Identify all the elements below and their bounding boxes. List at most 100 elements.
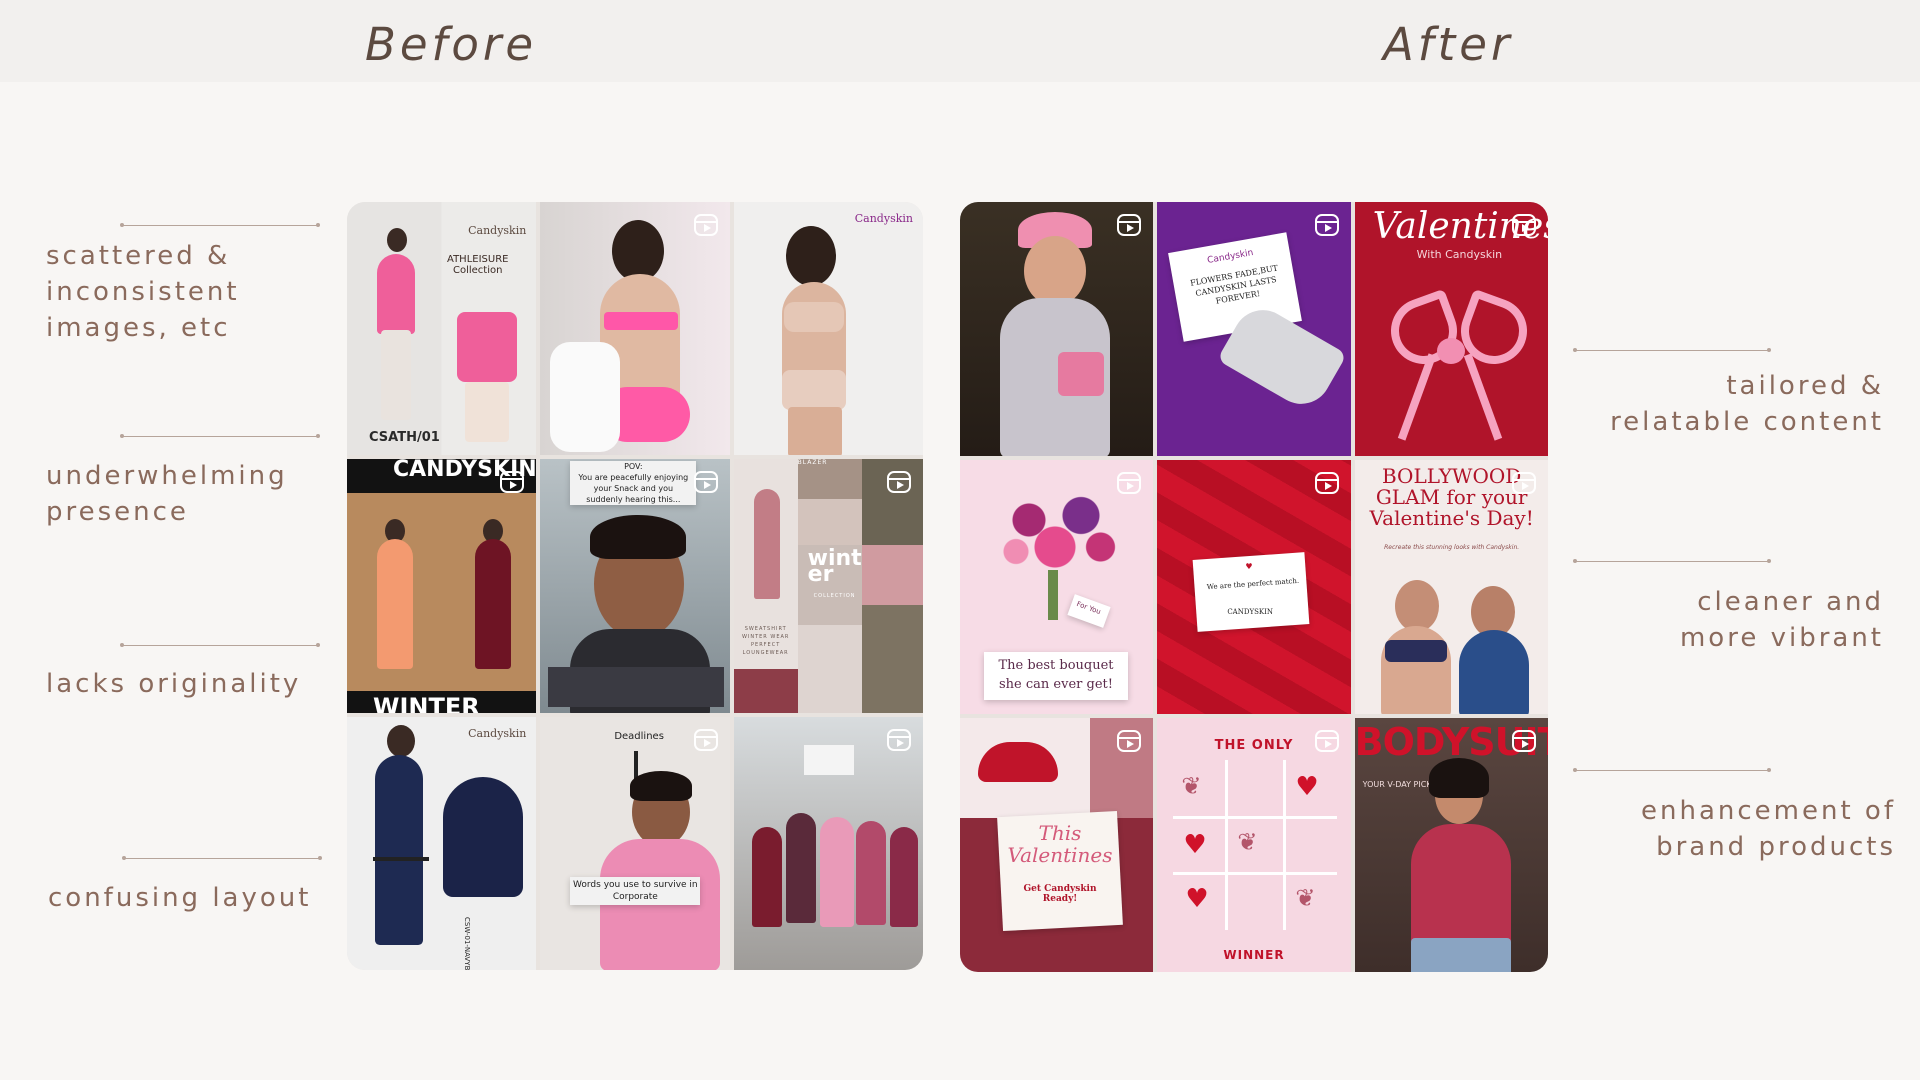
- before-heading: Before: [365, 18, 538, 71]
- post-subtitle: With Candyskin: [1416, 248, 1503, 261]
- bouquet-stem: [1048, 570, 1058, 620]
- bra-icon: ❦: [1181, 772, 1202, 800]
- grid-line: [1225, 760, 1229, 930]
- post-caption: Words you use to survive in Corporate: [573, 879, 698, 902]
- stool: [373, 856, 429, 861]
- before-post-velour[interactable]: Candyskin CSW-01-NAVYBLUE: [347, 716, 537, 970]
- reel-icon: [1117, 730, 1142, 752]
- model-figure: [1394, 580, 1439, 632]
- right-note-1: tailored & relatable content: [1610, 371, 1884, 437]
- model-figure: [387, 228, 407, 252]
- note-divider: [1573, 348, 1771, 352]
- post-caption: POV: You are peacefully enjoying your Sn…: [578, 462, 689, 505]
- post-subtitle: WINNER: [1223, 948, 1285, 962]
- left-note-4: confusing layout: [48, 883, 312, 913]
- post-subtitle: Get Candyskin Ready!: [1023, 884, 1097, 904]
- model-figure: [377, 254, 415, 334]
- reel-icon: [1511, 472, 1536, 494]
- collage-panel: [797, 499, 862, 546]
- reel-icon: [1117, 214, 1142, 236]
- before-post-back-model[interactable]: [540, 202, 730, 456]
- model-figure: [375, 754, 423, 945]
- before-post-team-photo[interactable]: [733, 716, 923, 970]
- after-post-tic-tac-toe[interactable]: THE ONLY ❦ ♥ ♥ ❦ ♥ ❦ WINNER: [1157, 718, 1351, 972]
- left-note-2: underwhelming presence: [46, 461, 288, 527]
- model-figure: [387, 724, 415, 757]
- header-bar: [0, 0, 1920, 82]
- after-post-bodysuits[interactable]: BODYSUITS YOUR V-DAY PICKS!: [1354, 718, 1548, 972]
- before-post-winter[interactable]: CANDYSKIN WINTER: [347, 459, 537, 713]
- heart-icon: ♥: [1185, 884, 1209, 914]
- model-figure: [377, 539, 413, 670]
- before-post-lingerie[interactable]: Candyskin: [733, 202, 923, 456]
- heart-icon: ♥: [1245, 562, 1253, 571]
- reel-icon: [1314, 472, 1339, 494]
- ribbon-bow: [1463, 353, 1502, 441]
- after-heading: After: [1383, 18, 1514, 71]
- reel-icon: [1511, 730, 1536, 752]
- collage-label: COLLECTION: [813, 593, 856, 600]
- handbag: [1058, 352, 1104, 396]
- post-title: This Valentines: [1007, 821, 1113, 867]
- brand-label: Candyskin: [854, 212, 913, 225]
- after-post-cap-model[interactable]: [960, 202, 1154, 456]
- before-post-winter-collage[interactable]: BLAZER wint er COLLECTION SWEATSHIRT WIN…: [733, 459, 923, 713]
- post-title: ATHLEISURE Collection: [447, 254, 509, 276]
- before-post-athleisure[interactable]: Candyskin ATHLEISURE Collection CSATH/01: [347, 202, 537, 456]
- product-code: CSW-01-NAVYBLUE: [463, 916, 471, 970]
- ribbon-bow: [1436, 338, 1465, 364]
- before-post-office-reel[interactable]: POV: You are peacefully enjoying your Sn…: [540, 459, 730, 713]
- video-call-strip: [548, 667, 725, 708]
- model-figure: [612, 220, 665, 282]
- collage-panel: [733, 669, 798, 713]
- model-figure: [1458, 630, 1529, 714]
- person-figure: [855, 820, 886, 925]
- left-note-1: scattered & inconsistent images, etc: [46, 241, 240, 343]
- before-post-deadlines[interactable]: Deadlines Words you use to survive in Co…: [540, 716, 730, 970]
- after-post-flowers-fade[interactable]: Candyskin FLOWERS FADE,BUT CANDYSKIN LAS…: [1157, 202, 1351, 456]
- right-note-3: enhancement of brand products: [1641, 796, 1896, 862]
- after-post-this-valentines[interactable]: This Valentines Get Candyskin Ready!: [960, 718, 1154, 972]
- person-figure: [889, 826, 918, 927]
- collage-panel: [861, 605, 923, 713]
- person-figure: [819, 816, 854, 927]
- model-figure: [604, 312, 679, 330]
- model-figure: [787, 407, 842, 456]
- heart-icon: ♥: [1183, 830, 1207, 860]
- model-figure: [457, 312, 517, 382]
- model-figure: [550, 342, 621, 452]
- model-figure: [475, 539, 511, 670]
- person-figure: [785, 812, 816, 923]
- ac-unit: [803, 744, 854, 775]
- grid-line: [1173, 816, 1338, 819]
- after-post-bouquet[interactable]: For You The best bouquet she can ever ge…: [960, 460, 1154, 714]
- product-detail: [443, 776, 523, 897]
- collage-label: BLAZER: [797, 459, 828, 467]
- brand-label: Candyskin: [468, 224, 527, 237]
- right-note-2: cleaner and more vibrant: [1679, 587, 1884, 653]
- reel-icon: [1511, 214, 1536, 236]
- model-figure: [785, 226, 836, 286]
- left-note-3: lacks originality: [46, 669, 302, 699]
- model-figure: [1428, 758, 1489, 798]
- post-title: Deadlines: [614, 730, 664, 742]
- note-divider: [1573, 559, 1771, 563]
- after-post-bollywood-glam[interactable]: BOLLYWOOD GLAM for your Valentine's Day!…: [1354, 460, 1548, 714]
- person-figure: [751, 826, 782, 927]
- after-feed-grid: Candyskin FLOWERS FADE,BUT CANDYSKIN LAS…: [960, 202, 1548, 972]
- person-figure: [630, 770, 693, 801]
- reel-icon: [693, 214, 718, 236]
- person-figure: [590, 515, 687, 560]
- model-figure: [1410, 824, 1511, 954]
- after-post-perfect-match[interactable]: ♥ We are the perfect match. CANDYSKIN: [1157, 460, 1351, 714]
- post-caption: The best bouquet she can ever get!: [998, 658, 1114, 692]
- model-figure: [1410, 938, 1511, 972]
- reel-icon: [886, 728, 911, 751]
- model-figure: [381, 330, 411, 420]
- after-post-valentines[interactable]: Valentines With Candyskin: [1354, 202, 1548, 456]
- note-divider: [120, 223, 320, 227]
- ribbon-bow: [1397, 353, 1436, 441]
- model-figure: [781, 370, 846, 410]
- note-divider: [1573, 768, 1771, 772]
- heart-icon: ♥: [1295, 772, 1319, 802]
